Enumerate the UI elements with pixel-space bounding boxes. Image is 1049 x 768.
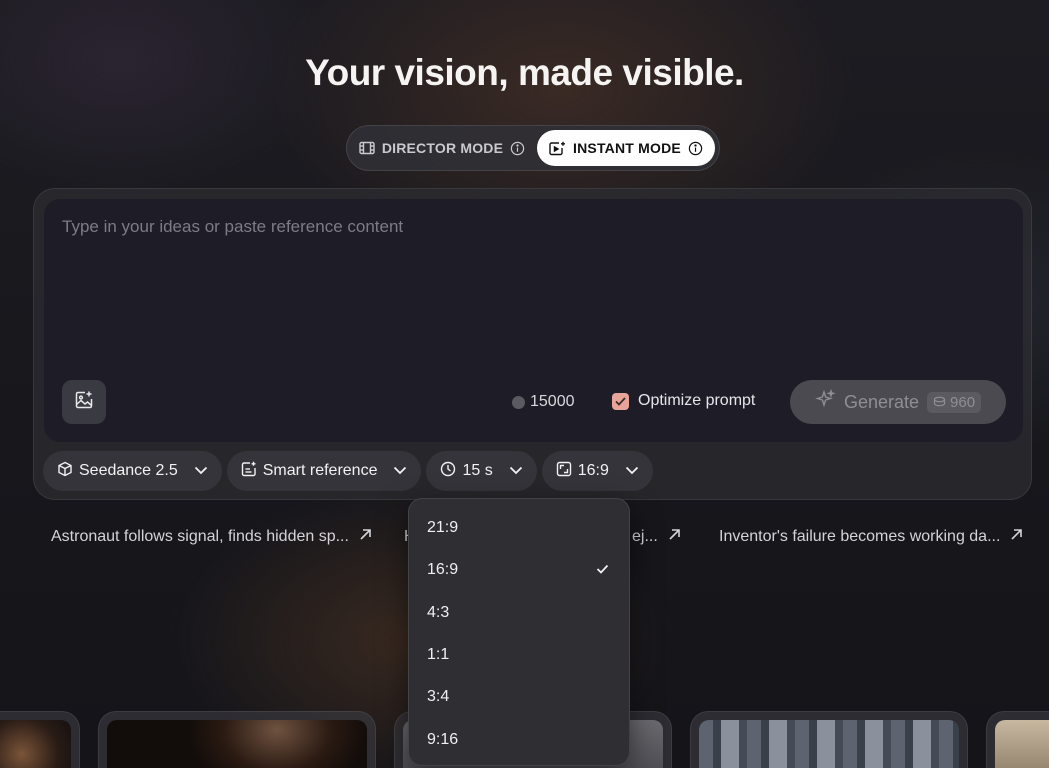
arrow-up-right-icon [1010, 528, 1023, 546]
video-sparkle-icon [549, 141, 566, 156]
chevron-down-icon [625, 462, 639, 480]
duration-selector[interactable]: 15 s [426, 451, 537, 491]
aspect-ratio-label: 16:9 [577, 462, 609, 479]
generate-label: Generate [843, 391, 920, 412]
arrow-up-right-icon [359, 528, 372, 546]
reference-selector[interactable]: Smart reference [226, 451, 422, 491]
arrow-up-right-icon [668, 528, 681, 546]
generate-cost-value: 960 [950, 393, 976, 411]
reference-label: Smart reference [262, 462, 378, 479]
info-icon[interactable] [510, 141, 525, 156]
model-label: Seedance 2.5 [79, 462, 178, 479]
gallery-card[interactable] [986, 711, 1049, 768]
image-plus-icon [74, 390, 94, 414]
ratio-option-label: 4:3 [427, 603, 450, 621]
prompt-editor: 15000 Optimize prompt Generate [44, 199, 1023, 442]
ratio-option-label: 9:16 [427, 730, 459, 748]
aspect-ratio-menu: 21:9 16:9 4:3 1:1 3:4 9:16 [408, 498, 630, 766]
cube-icon [57, 461, 73, 482]
credits-balance: 15000 [512, 393, 575, 411]
chevron-down-icon [194, 462, 208, 480]
coin-stack-icon [933, 394, 946, 411]
generation-options: Seedance 2.5 Smart reference 15 s 16:9 [43, 451, 653, 491]
aspect-ratio-icon [556, 461, 572, 482]
duration-label: 15 s [462, 462, 493, 479]
doc-sparkle-icon [241, 461, 257, 482]
ratio-option-label: 16:9 [427, 561, 459, 579]
ratio-option[interactable]: 3:4 [409, 676, 629, 718]
generate-cost-badge: 960 [927, 391, 982, 413]
prompt-input[interactable] [62, 217, 1002, 357]
instant-mode-button[interactable]: INSTANT MODE [536, 130, 715, 166]
ratio-option-label: 21:9 [427, 519, 459, 537]
ratio-option-label: 3:4 [427, 688, 450, 706]
suggestion-item[interactable]: Astronaut follows signal, finds hidden s… [51, 528, 372, 546]
film-icon [359, 141, 375, 155]
gallery-thumbnail [995, 720, 1049, 768]
prompt-composer: 15000 Optimize prompt Generate [33, 188, 1032, 500]
sparkle-icon [815, 388, 836, 415]
model-selector[interactable]: Seedance 2.5 [43, 451, 222, 491]
check-icon [596, 561, 609, 579]
mode-switch: DIRECTOR MODE INSTANT MODE [346, 125, 720, 171]
ratio-option[interactable]: 9:16 [409, 718, 629, 760]
aspect-ratio-selector[interactable]: 16:9 [541, 451, 653, 491]
page-headline: Your vision, made visible. [305, 52, 744, 93]
upload-image-button[interactable] [62, 380, 106, 424]
gallery-thumbnail [107, 720, 367, 768]
director-mode-button[interactable]: DIRECTOR MODE [351, 130, 533, 166]
gallery-thumbnail [0, 720, 71, 768]
optimize-label: Optimize prompt [638, 392, 756, 409]
credits-value: 15000 [530, 393, 575, 410]
suggestion-text: Astronaut follows signal, finds hidden s… [51, 528, 349, 545]
optimize-checkbox[interactable] [612, 392, 629, 410]
ratio-option-selected[interactable]: 16:9 [409, 549, 629, 591]
generate-button[interactable]: Generate 960 [790, 380, 1006, 424]
director-mode-label: DIRECTOR MODE [381, 140, 504, 156]
suggestion-text: ej... [632, 528, 658, 545]
ratio-option[interactable]: 21:9 [409, 507, 629, 549]
optimize-prompt-toggle[interactable]: Optimize prompt [612, 392, 755, 410]
chevron-down-icon [509, 462, 523, 480]
info-icon[interactable] [688, 141, 703, 156]
gallery-card[interactable] [0, 711, 80, 768]
chevron-down-icon [393, 462, 407, 480]
instant-mode-label: INSTANT MODE [573, 140, 681, 156]
coin-icon [512, 395, 525, 409]
clock-icon [440, 461, 456, 482]
suggestion-item[interactable]: ej... [632, 528, 681, 546]
suggestion-item[interactable]: Inventor's failure becomes working da... [719, 528, 1023, 546]
gallery-card[interactable] [690, 711, 968, 768]
gallery-thumbnail [699, 720, 959, 768]
gallery-card[interactable] [98, 711, 376, 768]
ratio-option-label: 1:1 [427, 646, 450, 664]
suggestion-text: Inventor's failure becomes working da... [719, 528, 1001, 545]
ratio-option[interactable]: 4:3 [409, 592, 629, 634]
ratio-option[interactable]: 1:1 [409, 634, 629, 676]
